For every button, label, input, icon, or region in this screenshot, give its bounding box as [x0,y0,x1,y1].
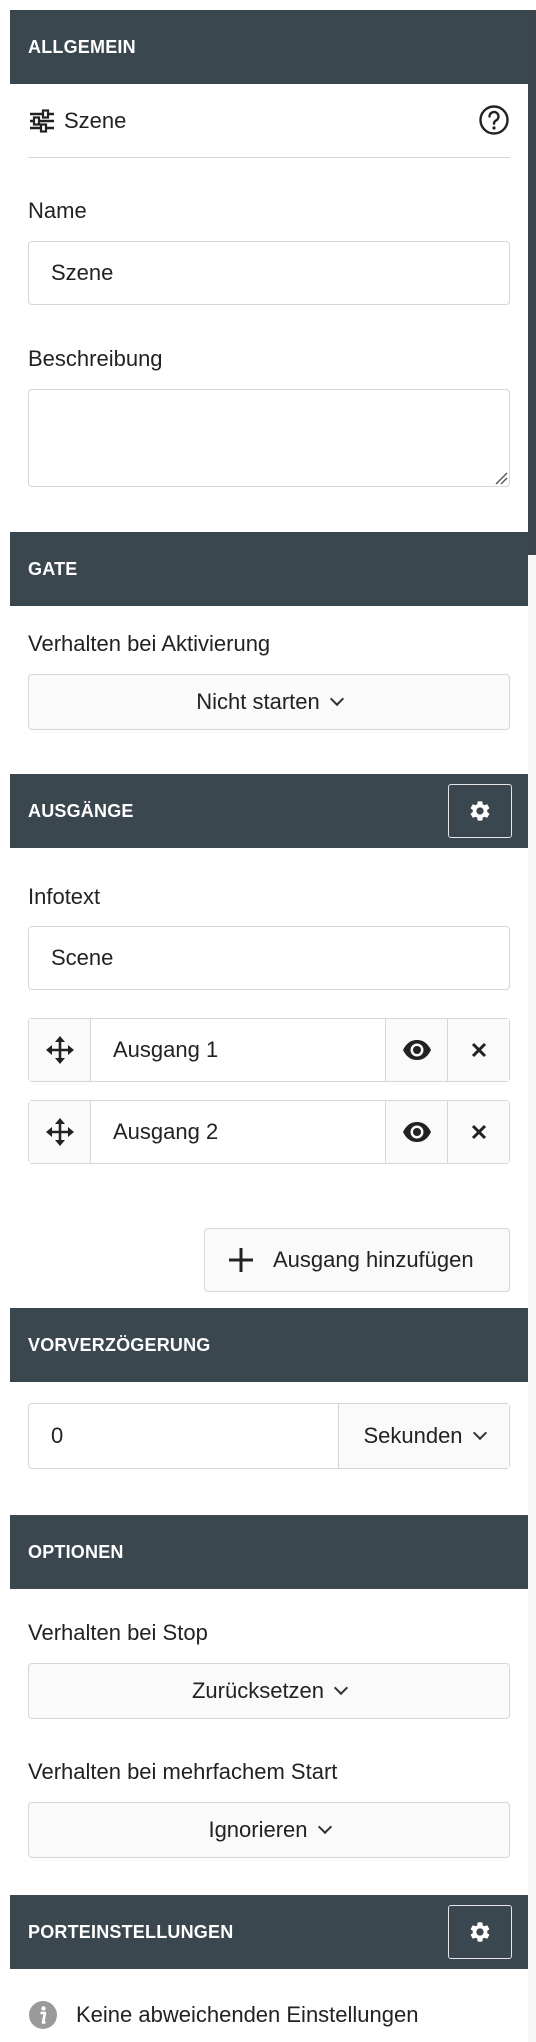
output-row: Ausgang 2 [28,1100,510,1164]
description-textarea[interactable] [28,389,510,487]
output-name[interactable]: Ausgang 1 [91,1019,385,1081]
section-title: PORTEINSTELLUNGEN [28,1921,234,1942]
add-output-label: Ausgang hinzufügen [273,1247,474,1272]
activation-value: Nicht starten [196,689,320,714]
move-handle[interactable] [29,1019,91,1081]
section-title: GATE [28,558,78,579]
section-title: VORVERZÖGERUNG [28,1334,211,1355]
stop-behavior-select[interactable]: Zurücksetzen [28,1663,510,1719]
delay-unit-value: Sekunden [363,1423,463,1448]
toggle-visibility-button[interactable] [385,1101,447,1163]
close-icon [471,1124,487,1140]
port-info-text: Keine abweichenden Einstellungen [76,2002,419,2027]
toggle-visibility-button[interactable] [385,1019,447,1081]
section-title: OPTIONEN [28,1541,124,1562]
info-icon [28,2000,58,2030]
section-header-gate: GATE [10,532,528,606]
stop-behavior-value: Zurücksetzen [191,1678,325,1703]
move-icon [45,1117,75,1147]
move-handle[interactable] [29,1101,91,1163]
chevron-down-icon [329,691,344,707]
stop-behavior-label: Verhalten bei Stop [28,1620,208,1645]
scrollbar-track[interactable] [528,555,536,2042]
name-input[interactable]: Szene [28,241,510,305]
gear-icon [468,799,492,823]
remove-output-button[interactable] [447,1019,509,1081]
port-settings-button[interactable] [448,1905,512,1959]
delay-unit-select[interactable]: Sekunden [338,1404,509,1468]
section-header-vorverzoegerung: VORVERZÖGERUNG [10,1308,528,1382]
divider [28,157,510,158]
outputs-settings-button[interactable] [448,784,512,838]
chevron-down-icon [333,1680,349,1696]
chevron-down-icon [472,1425,487,1441]
activation-label: Verhalten bei Aktivierung [28,631,271,656]
resize-handle-icon[interactable] [494,471,508,485]
section-title: AUSGÄNGE [28,800,134,821]
description-label: Beschreibung [28,346,163,371]
scene-title: Szene [64,108,127,133]
section-title: ALLGEMEIN [28,36,136,57]
help-circle-icon[interactable] [478,104,510,136]
chevron-down-icon [317,1819,332,1835]
eye-icon [402,1039,432,1061]
sliders-icon [28,107,56,135]
delay-input[interactable]: 0 [29,1404,338,1468]
scene-title-row: Szene [28,102,510,140]
infotext-input[interactable]: Scene [28,926,510,990]
add-output-button[interactable]: Ausgang hinzufügen [204,1228,510,1292]
delay-control: 0 Sekunden [28,1403,510,1469]
infotext-label: Infotext [28,884,101,909]
activation-select[interactable]: Nicht starten [28,674,510,730]
output-row: Ausgang 1 [28,1018,510,1082]
close-icon [471,1042,487,1058]
multistart-label: Verhalten bei mehrfachem Start [28,1759,338,1784]
multistart-value: Ignorieren [208,1817,308,1842]
scrollbar-thumb[interactable] [528,10,536,555]
gear-icon [468,1920,492,1944]
multistart-select[interactable]: Ignorieren [28,1802,510,1858]
section-header-optionen: OPTIONEN [10,1515,528,1589]
remove-output-button[interactable] [447,1101,509,1163]
eye-icon [402,1121,432,1143]
section-header-ausgaenge: AUSGÄNGE [10,774,528,848]
port-info-row: Keine abweichenden Einstellungen [28,1997,418,2033]
scene-settings-panel: ALLGEMEIN Szene Name Szene Beschreibung [10,10,529,2042]
section-header-allgemein: ALLGEMEIN [10,10,528,84]
section-header-porteinstellungen: PORTEINSTELLUNGEN [10,1895,528,1969]
move-icon [45,1035,75,1065]
output-name[interactable]: Ausgang 2 [91,1101,385,1163]
name-label: Name [28,198,87,223]
plus-icon [227,1246,255,1274]
